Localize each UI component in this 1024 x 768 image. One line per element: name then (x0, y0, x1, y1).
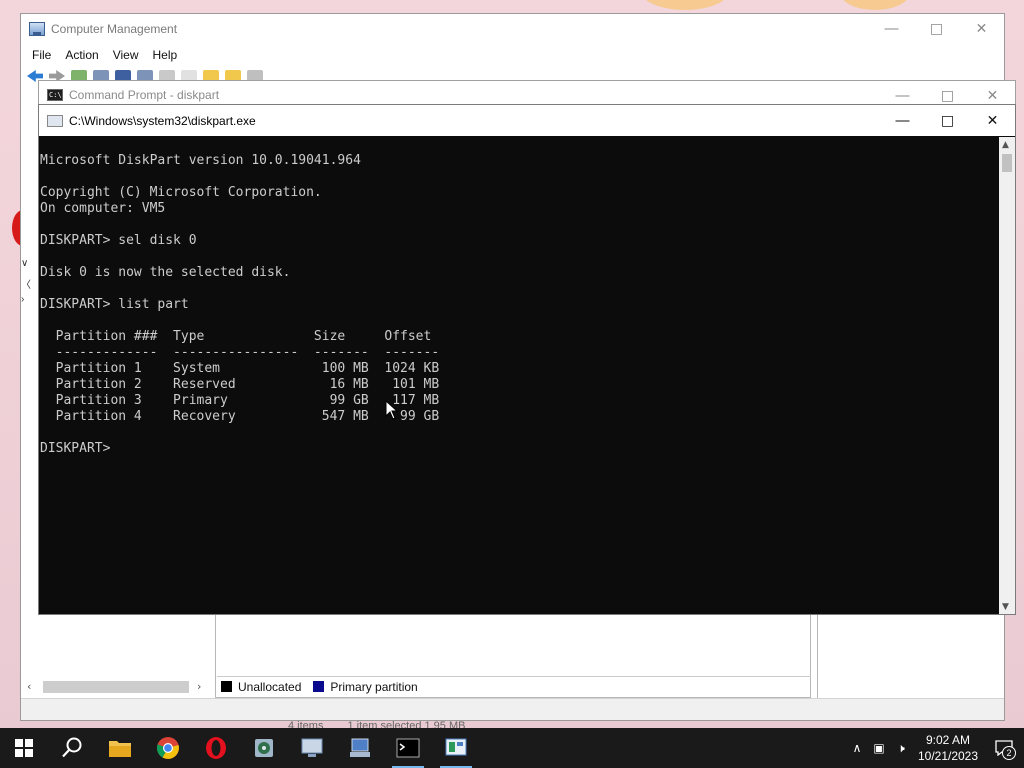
chrome-icon (156, 737, 179, 759)
console-line: On computer: VM5 (40, 201, 166, 216)
expand-chevron-icon[interactable]: › (21, 294, 24, 305)
console-line: Partition 4 Recovery 547 MB 99 GB (40, 409, 440, 424)
mouse-cursor-icon (385, 400, 399, 420)
diskpart-titlebar[interactable]: C:\Windows\system32\diskpart.exe ― □ ✕ (39, 105, 1015, 136)
legend-unallocated: Unallocated (238, 679, 302, 694)
volume-muted-icon[interactable]: 🕨 (890, 741, 912, 756)
desktop-wallpaper-shape (640, 0, 730, 10)
scroll-thumb[interactable] (43, 680, 189, 693)
diskpart-app-icon (47, 114, 63, 127)
action-center-button[interactable]: 2 (984, 728, 1024, 768)
scroll-down-icon[interactable]: ▼ (1002, 602, 1009, 612)
taskbar-opera[interactable] (192, 728, 240, 768)
status-bar (21, 698, 1004, 720)
maximize-button[interactable]: □ (925, 105, 970, 136)
taskbar-file-explorer[interactable] (96, 728, 144, 768)
clock[interactable]: 9:02 AM 10/21/2023 (912, 732, 984, 764)
taskbar-command-prompt[interactable] (384, 728, 432, 768)
taskbar-chrome[interactable] (144, 728, 192, 768)
search-icon (62, 737, 82, 758)
folder-icon (109, 741, 131, 757)
show-hidden-icons-chevron-icon[interactable]: ∧ (846, 741, 868, 755)
computer-management-titlebar[interactable]: Computer Management ― □ ✕ (21, 14, 1004, 44)
taskbar: ∧ ▣ 🕨 9:02 AM 10/21/2023 2 (0, 728, 1024, 768)
console-line: Partition 3 Primary 99 GB 117 MB (40, 393, 440, 408)
taskbar-remote-desktop[interactable] (288, 728, 336, 768)
console-line: Partition 2 Reserved 16 MB 101 MB (40, 377, 440, 392)
desktop-wallpaper-shape (840, 0, 910, 10)
console-line: Disk 0 is now the selected disk. (40, 265, 291, 280)
minimize-button[interactable]: ― (869, 14, 914, 44)
maximize-button[interactable]: □ (914, 14, 959, 44)
clock-time: 9:02 AM (925, 733, 971, 747)
console-text: Microsoft DiskPart version 10.0.19041.96… (40, 153, 1000, 457)
taskbar-computer-management[interactable] (432, 728, 480, 768)
expand-chevron-icon[interactable]: ∨ (21, 258, 28, 269)
console-line: Copyright (C) Microsoft Corporation. (40, 185, 322, 200)
windows-logo-icon (15, 739, 33, 757)
taskbar-network-app[interactable] (336, 728, 384, 768)
scroll-right-icon[interactable]: › (197, 680, 201, 693)
close-button[interactable]: ✕ (970, 105, 1015, 136)
minimize-button[interactable]: ― (880, 105, 925, 136)
console-line: ------------- ---------------- ------- -… (40, 345, 440, 360)
network-icon[interactable]: ▣ (868, 741, 890, 755)
computer-management-icon (445, 738, 467, 756)
menu-bar: File Action View Help (21, 44, 1004, 66)
disk-utility-icon (255, 739, 273, 757)
window-title: Command Prompt - diskpart (69, 88, 220, 102)
console-line: DISKPART> (40, 441, 119, 456)
computer-icon (301, 738, 323, 757)
network-computer-icon (350, 738, 370, 757)
legend-primary-partition: Primary partition (330, 679, 418, 694)
window-title: C:\Windows\system32\diskpart.exe (69, 113, 256, 128)
window-title: Computer Management (51, 22, 178, 36)
console-line: Microsoft DiskPart version 10.0.19041.96… (40, 153, 361, 168)
console-line: Partition ### Type Size Offset (40, 329, 432, 344)
start-button[interactable] (0, 728, 48, 768)
clock-date: 10/21/2023 (917, 749, 979, 763)
close-button[interactable]: ✕ (959, 14, 1004, 44)
expand-chevron-icon[interactable]: 〈 (21, 276, 31, 291)
menu-help[interactable]: Help (146, 48, 185, 62)
tree-horizontal-scrollbar[interactable]: ‹ › (25, 678, 211, 695)
scroll-left-icon[interactable]: ‹ (27, 680, 31, 693)
cmd-icon (396, 738, 420, 758)
computer-management-icon (29, 22, 45, 36)
diskpart-window[interactable]: C:\Windows\system32\diskpart.exe ― □ ✕ M… (38, 104, 1016, 615)
taskbar-disk-tool[interactable] (240, 728, 288, 768)
notification-count-badge: 2 (1002, 746, 1016, 760)
console-output[interactable]: Microsoft DiskPart version 10.0.19041.96… (40, 137, 1000, 613)
scroll-thumb[interactable] (1002, 154, 1012, 172)
unallocated-swatch (221, 681, 232, 692)
menu-action[interactable]: Action (58, 48, 105, 62)
cmd-icon: C:\ (47, 89, 63, 101)
console-line: Partition 1 System 100 MB 1024 KB (40, 361, 440, 376)
primary-partition-swatch (313, 681, 325, 692)
disk-legend: Unallocated Primary partition (217, 676, 811, 696)
console-vertical-scrollbar[interactable]: ▲ ▼ (999, 137, 1015, 614)
menu-file[interactable]: File (25, 48, 58, 62)
console-line: DISKPART> sel disk 0 (40, 233, 197, 248)
scroll-up-icon[interactable]: ▲ (1002, 140, 1009, 150)
opera-icon (206, 737, 226, 759)
console-line: DISKPART> list part (40, 297, 189, 312)
search-button[interactable] (48, 728, 96, 768)
actions-pane[interactable] (817, 614, 1005, 698)
menu-view[interactable]: View (106, 48, 146, 62)
tree-pane-edge: ∨ 〈 › (21, 98, 37, 680)
system-tray: ∧ ▣ 🕨 9:02 AM 10/21/2023 2 (846, 728, 1024, 768)
